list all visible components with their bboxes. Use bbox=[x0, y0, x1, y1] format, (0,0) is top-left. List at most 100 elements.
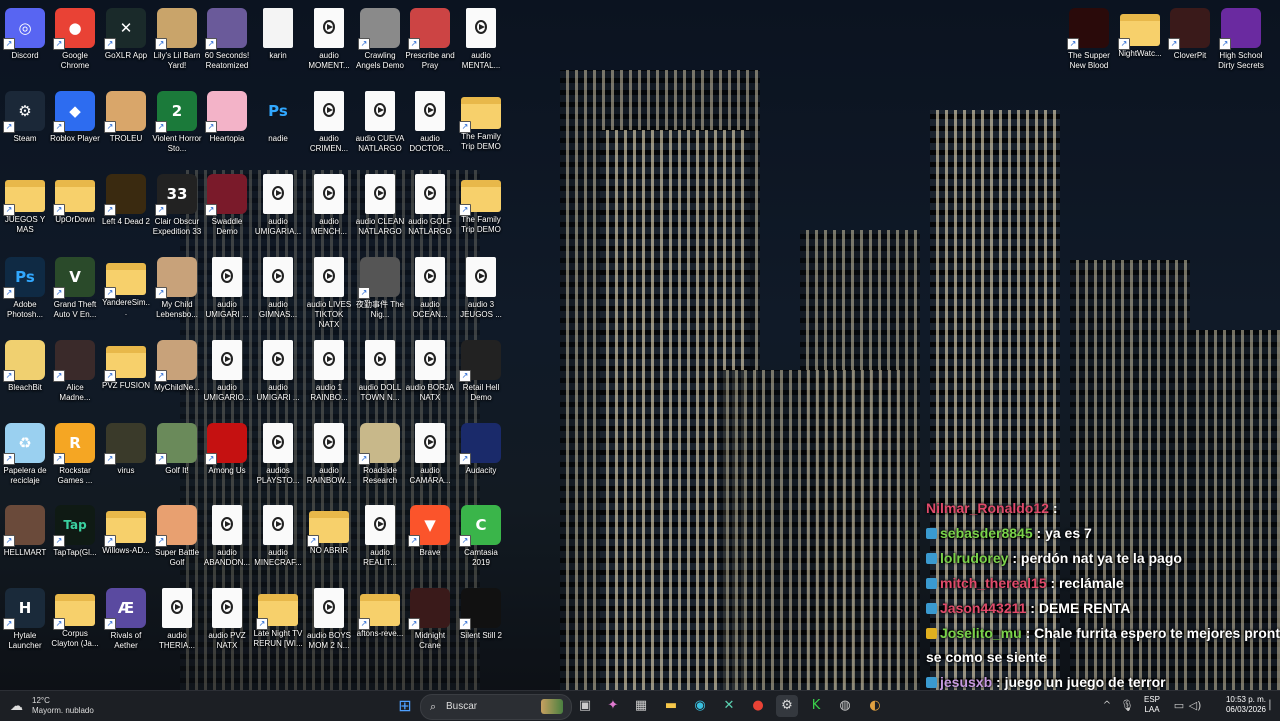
desktop-icon[interactable]: ▼ ↗ Brave bbox=[405, 501, 455, 583]
desktop-icon[interactable]: ↗ High School Dirty Secrets bbox=[1216, 4, 1266, 86]
desktop-icon[interactable]: Æ ↗ Rivals of Aether bbox=[101, 584, 151, 666]
desktop-icon[interactable]: ↗ MyChildNe... bbox=[152, 336, 202, 418]
desktop-icon[interactable]: ↗ The Family Trip DEMO bbox=[456, 170, 506, 252]
desktop-icon[interactable]: audio CUEVA NATLARGO bbox=[355, 87, 405, 169]
desktop-icon[interactable]: audio ABANDON... bbox=[202, 501, 252, 583]
desktop-icon[interactable]: ↗ YandereSim... bbox=[101, 253, 151, 335]
desktop-icon[interactable]: audio DOLL TOWN N... bbox=[355, 336, 405, 418]
chrome-taskbar-icon[interactable]: ● bbox=[747, 695, 769, 717]
desktop-icon[interactable]: audio MENTAL... bbox=[456, 4, 506, 86]
desktop-icon[interactable]: ✕ ↗ GoXLR App bbox=[101, 4, 151, 86]
desktop-icon[interactable]: audio OCEAN... bbox=[405, 253, 455, 335]
desktop-icon[interactable]: karin bbox=[253, 4, 303, 86]
desktop-icon[interactable]: audio 1 RAINBO... bbox=[304, 336, 354, 418]
desktop-icon[interactable]: ↗ Late Night TV RERUN [WI... bbox=[253, 584, 303, 666]
desktop-icon[interactable]: ↗ Midnight Crane bbox=[405, 584, 455, 666]
weather-widget[interactable]: ☁ 12°C Mayorm. nublado bbox=[10, 694, 110, 718]
desktop-icon[interactable]: audio UMIGARI ... bbox=[202, 253, 252, 335]
desktop-icon[interactable]: ↗ Roadside Research bbox=[355, 419, 405, 501]
desktop-icon[interactable]: audio GOLF NATLARGO bbox=[405, 170, 455, 252]
desktop-icon[interactable]: ↗ Willows-AD... bbox=[101, 501, 151, 583]
desktop-icon[interactable]: ↗ virus bbox=[101, 419, 151, 501]
desktop-icon[interactable]: ↗ BleachBit bbox=[0, 336, 50, 418]
desktop-icon[interactable]: audio CRIMEN... bbox=[304, 87, 354, 169]
desktop-icon[interactable]: ◆ ↗ Roblox Player bbox=[50, 87, 100, 169]
desktop-icon[interactable]: ⚙ ↗ Steam bbox=[0, 87, 50, 169]
tray-overflow-chevron-icon[interactable]: ^ bbox=[1096, 695, 1118, 717]
task-view-icon[interactable]: ▣ bbox=[574, 695, 596, 717]
desktop-icon[interactable]: ↗ JUEGOS Y MAS bbox=[0, 170, 50, 252]
desktop-icon[interactable]: ↗ PVZ FUSION bbox=[101, 336, 151, 418]
store-icon[interactable]: ▦ bbox=[630, 695, 652, 717]
steam-taskbar-icon[interactable]: ⚙ bbox=[776, 695, 798, 717]
desktop-icon[interactable]: ↗ NightWatc... bbox=[1115, 4, 1165, 86]
desktop-icon[interactable]: audio DOCTOR... bbox=[405, 87, 455, 169]
desktop-icon[interactable]: audio 3 JEUGOS ... bbox=[456, 253, 506, 335]
desktop-icon[interactable]: ↗ CloverPit bbox=[1165, 4, 1215, 86]
volume-icon[interactable]: ◁) bbox=[1184, 695, 1206, 717]
desktop-icon[interactable]: 33 ↗ Clair Obscur Expedition 33 bbox=[152, 170, 202, 252]
desktop-icon[interactable]: ↗ Audacity bbox=[456, 419, 506, 501]
desktop-icon[interactable]: ↗ aftons-reve... bbox=[355, 584, 405, 666]
desktop-icon[interactable]: audio CAMARA... bbox=[405, 419, 455, 501]
desktop-icon[interactable]: ↗ Corpus Clayton (Ja... bbox=[50, 584, 100, 666]
desktop-icon[interactable]: audio PVZ NATX bbox=[202, 584, 252, 666]
desktop-icon[interactable]: audio THERIA... bbox=[152, 584, 202, 666]
desktop-icon[interactable]: C ↗ Camtasia 2019 bbox=[456, 501, 506, 583]
desktop-icon[interactable]: 2 ↗ Violent Horror Sto... bbox=[152, 87, 202, 169]
desktop-icon[interactable]: audio UMIGARIA... bbox=[253, 170, 303, 252]
desktop-icon[interactable]: audio REALIT... bbox=[355, 501, 405, 583]
obs-taskbar-icon[interactable]: ◍ bbox=[834, 695, 856, 717]
file-explorer-icon[interactable]: ▬ bbox=[660, 695, 682, 717]
desktop-icon[interactable]: ↗ UpOrDown bbox=[50, 170, 100, 252]
desktop-icon[interactable]: ↗ 60 Seconds! Reatomized bbox=[202, 4, 252, 86]
desktop-icon[interactable]: ◎ ↗ Discord bbox=[0, 4, 50, 86]
desktop-icon[interactable]: audio RAINBOW... bbox=[304, 419, 354, 501]
desktop-icon[interactable]: ↗ HELLMART bbox=[0, 501, 50, 583]
desktop-icon[interactable]: audio BOYS MOM 2 N... bbox=[304, 584, 354, 666]
desktop-icon[interactable]: ↗ Silent Still 2 bbox=[456, 584, 506, 666]
desktop-icon[interactable]: H ↗ Hytale Launcher bbox=[0, 584, 50, 666]
desktop-icon[interactable]: ♻ ↗ Papelera de reciclaje bbox=[0, 419, 50, 501]
desktop-icon[interactable]: ↗ Retail Hell Demo bbox=[456, 336, 506, 418]
desktop-icon[interactable]: audio CLEAN NATLARGO bbox=[355, 170, 405, 252]
desktop-icon[interactable]: Tap ↗ TapTap(Gl... bbox=[50, 501, 100, 583]
desktop-icon[interactable]: audio GIMNAS... bbox=[253, 253, 303, 335]
desktop-icon[interactable]: Ps nadie bbox=[253, 87, 303, 169]
windows-start-icon[interactable]: ⊞ bbox=[394, 695, 416, 717]
desktop-icon[interactable]: ↗ Crawling Angels Demo bbox=[355, 4, 405, 86]
desktop-icon[interactable]: audio UMIGARI ... bbox=[253, 336, 303, 418]
app-taskbar-icon[interactable]: ◐ bbox=[864, 695, 886, 717]
desktop-icon[interactable]: ↗ Left 4 Dead 2 bbox=[101, 170, 151, 252]
desktop-icon[interactable]: audio MENCH... bbox=[304, 170, 354, 252]
desktop-icon[interactable]: ↗ The Family Trip DEMO bbox=[456, 87, 506, 169]
kick-taskbar-icon[interactable]: K bbox=[805, 695, 827, 717]
desktop-icon[interactable]: ↗ Lily's Lil Barn Yard! bbox=[152, 4, 202, 86]
desktop-icon[interactable]: ↗ Super Battle Golf bbox=[152, 501, 202, 583]
desktop-icon[interactable]: ↗ TROLEU bbox=[101, 87, 151, 169]
desktop-icon[interactable]: ↗ Heartopia bbox=[202, 87, 252, 169]
desktop-icon[interactable]: R ↗ Rockstar Games ... bbox=[50, 419, 100, 501]
desktop-icon[interactable]: ↗ 夜勤事件 The Nig... bbox=[355, 253, 405, 335]
edge-icon[interactable]: ◉ bbox=[689, 695, 711, 717]
search-box[interactable]: ⌕ Buscar bbox=[420, 694, 572, 720]
desktop-icon[interactable]: Ps ↗ Adobe Photosh... bbox=[0, 253, 50, 335]
desktop-icon[interactable]: audio LIVES TIKTOK NATX bbox=[304, 253, 354, 335]
copilot-icon[interactable]: ✦ bbox=[602, 695, 624, 717]
desktop-icon[interactable]: ↗ NO ABRIR bbox=[304, 501, 354, 583]
clock[interactable]: 10:53 p. m. 06/03/2026 bbox=[1206, 695, 1266, 715]
desktop-icon[interactable]: ↗ Among Us bbox=[202, 419, 252, 501]
desktop-icon[interactable]: audio MOMENT... bbox=[304, 4, 354, 86]
desktop-icon[interactable]: audio BORJA NATX bbox=[405, 336, 455, 418]
desktop-icon[interactable]: ● ↗ Google Chrome bbox=[50, 4, 100, 86]
desktop-icon[interactable]: ↗ The Supper New Blood bbox=[1064, 4, 1114, 86]
desktop-icon[interactable]: audios PLAYSTO... bbox=[253, 419, 303, 501]
desktop-icon[interactable]: ↗ Alice Madne... bbox=[50, 336, 100, 418]
desktop-icon[interactable]: ↗ Golf It! bbox=[152, 419, 202, 501]
goxlr-taskbar-icon[interactable]: ✕ bbox=[718, 695, 740, 717]
desktop-icon[interactable]: ↗ Swaddle Demo bbox=[202, 170, 252, 252]
desktop-icon[interactable]: ↗ Prescribe and Pray bbox=[405, 4, 455, 86]
notifications-icon[interactable]: ▏ bbox=[1268, 695, 1278, 717]
desktop-icon[interactable]: audio MINECRAF... bbox=[253, 501, 303, 583]
microphone-icon[interactable]: 🎙 bbox=[1116, 695, 1138, 717]
